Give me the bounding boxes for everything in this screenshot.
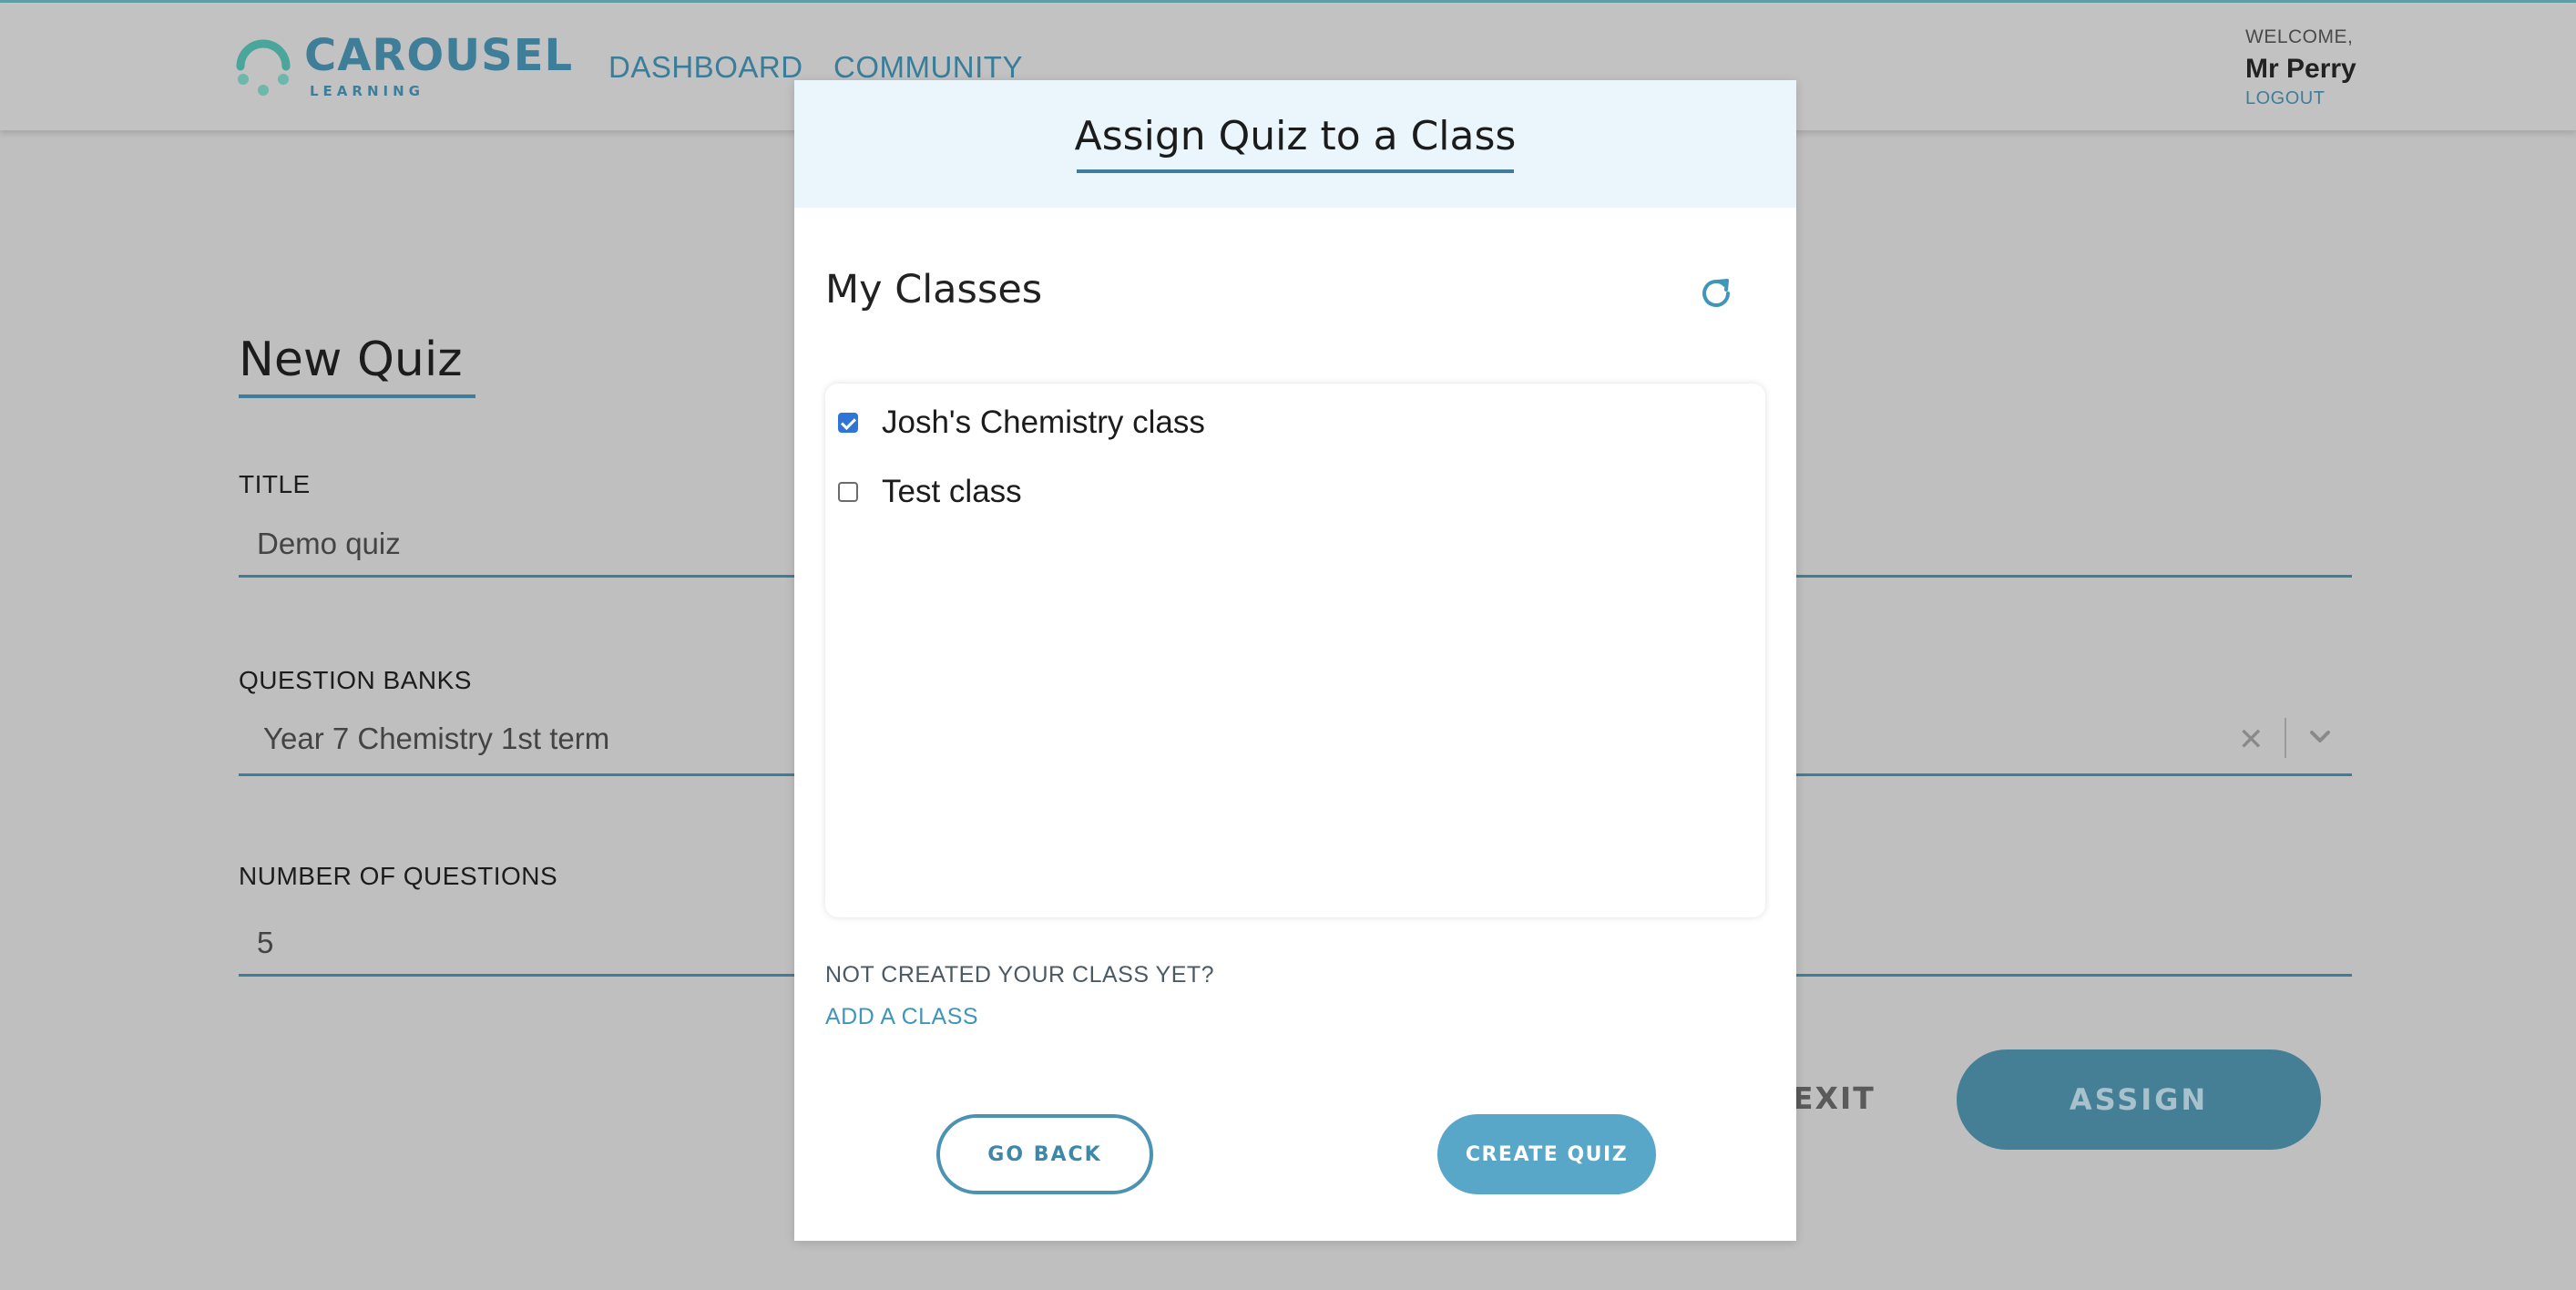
add-class-link[interactable]: ADD A CLASS	[825, 1004, 978, 1030]
checkbox-unchecked-icon[interactable]	[838, 482, 858, 502]
chevron-down-icon[interactable]	[2305, 722, 2336, 752]
checkbox-checked-icon[interactable]	[838, 413, 858, 433]
assign-button[interactable]: ASSIGN	[1957, 1049, 2321, 1150]
class-item-label: Josh's Chemistry class	[882, 404, 1205, 440]
modal-title: Assign Quiz to a Class	[1074, 113, 1517, 159]
class-item[interactable]: Test class	[838, 469, 1022, 515]
exit-button[interactable]: EXIT	[1793, 1080, 1876, 1116]
close-icon[interactable]: ✕	[2238, 722, 2264, 758]
refresh-icon[interactable]	[1696, 273, 1736, 313]
welcome-label: WELCOME,	[2245, 26, 2354, 47]
logo-subtitle: LEARNING	[310, 83, 424, 99]
class-item[interactable]: Josh's Chemistry class	[838, 400, 1205, 445]
nav-dashboard[interactable]: DASHBOARD	[608, 50, 803, 85]
go-back-button[interactable]: GO BACK	[936, 1114, 1153, 1194]
select-separator	[2285, 718, 2286, 758]
not-created-text: NOT CREATED YOUR CLASS YET?	[825, 962, 1215, 988]
title-field-label: TITLE	[239, 470, 311, 498]
question-banks-label: QUESTION BANKS	[239, 666, 472, 694]
question-banks-select[interactable]: Year 7 Chemistry 1st term	[263, 722, 609, 756]
user-name: Mr Perry	[2245, 54, 2356, 84]
assign-quiz-modal: Assign Quiz to a Class My Classes Josh's…	[794, 80, 1796, 1241]
number-of-questions-input[interactable]: 5	[257, 926, 273, 960]
my-classes-heading: My Classes	[825, 267, 1043, 312]
page-title: New Quiz	[239, 333, 463, 387]
page-title-underline	[239, 394, 475, 398]
modal-header: Assign Quiz to a Class	[794, 80, 1796, 208]
carousel-logo[interactable]: CAROUSEL LEARNING	[235, 30, 572, 101]
carousel-logo-icon	[236, 39, 291, 96]
create-quiz-button[interactable]: CREATE QUIZ	[1437, 1114, 1656, 1194]
user-welcome: WELCOME, Mr Perry LOGOUT	[2245, 26, 2356, 109]
class-item-label: Test class	[882, 474, 1022, 509]
logo-name: CAROUSEL	[304, 30, 574, 81]
number-of-questions-label: NUMBER OF QUESTIONS	[239, 862, 558, 890]
logout-link[interactable]: LOGOUT	[2245, 88, 2356, 109]
modal-title-underline	[1077, 169, 1514, 173]
title-input[interactable]: Demo quiz	[257, 527, 401, 561]
class-list: Josh's Chemistry class Test class	[825, 384, 1765, 917]
